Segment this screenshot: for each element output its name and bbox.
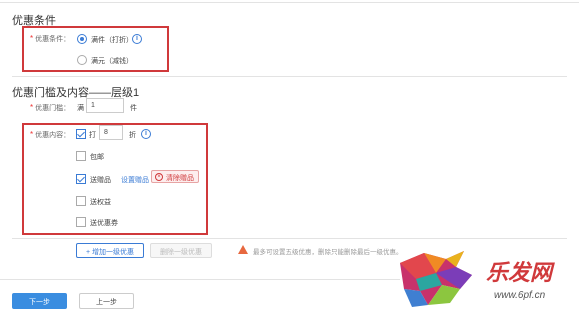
threshold-prefix: 满 bbox=[77, 105, 84, 112]
radio-by-amount[interactable] bbox=[77, 55, 87, 65]
delete-tier-button[interactable]: 删除一级优惠 bbox=[150, 243, 212, 258]
warning-icon bbox=[238, 245, 248, 254]
watermark-brand: 乐发网 bbox=[486, 260, 553, 285]
discount-info-icon[interactable]: i bbox=[141, 129, 151, 139]
close-icon: × bbox=[155, 173, 163, 181]
conditions-label: * 优惠条件： bbox=[30, 34, 71, 43]
radio-by-quantity-label[interactable]: 满件（打折） bbox=[91, 35, 133, 45]
free-shipping-checkbox[interactable] bbox=[76, 151, 86, 161]
info-icon[interactable]: i bbox=[132, 34, 142, 44]
clear-gift-button[interactable]: × 清除赠品 bbox=[151, 170, 199, 183]
bonus-checkbox[interactable] bbox=[76, 217, 86, 227]
gift-label[interactable]: 送赠品 bbox=[90, 175, 111, 185]
section-divider bbox=[12, 76, 567, 77]
footer-divider bbox=[0, 279, 400, 280]
discount-input[interactable]: 8 bbox=[99, 125, 123, 140]
content-label: * 优惠内容： bbox=[30, 130, 71, 139]
add-tier-button[interactable]: + 增加一级优惠 bbox=[76, 243, 144, 258]
bonus-label[interactable]: 送优惠券 bbox=[90, 218, 118, 228]
set-gift-link[interactable]: 设置赠品 bbox=[121, 175, 149, 185]
watermark-url: www.6pf.cn bbox=[494, 290, 546, 301]
discount-unit: 折 bbox=[129, 132, 136, 139]
clear-gift-label: 清除赠品 bbox=[166, 175, 194, 182]
discount-prefix: 打 bbox=[89, 132, 96, 139]
prev-button[interactable]: 上一步 bbox=[79, 293, 134, 309]
free-shipping-label[interactable]: 包邮 bbox=[90, 152, 104, 162]
coupon-checkbox[interactable] bbox=[76, 196, 86, 206]
watermark-bull-logo bbox=[400, 251, 472, 307]
threshold-label: * 优惠门槛： bbox=[30, 103, 71, 112]
actions-divider bbox=[12, 238, 567, 239]
discount-checkbox[interactable] bbox=[76, 129, 86, 139]
threshold-unit: 件 bbox=[130, 105, 137, 112]
threshold-input[interactable]: 1 bbox=[86, 98, 124, 113]
warning-text: 最多可设置五级优惠，删除只能删除最后一级优惠。 bbox=[253, 249, 403, 256]
top-divider bbox=[0, 2, 579, 3]
next-button[interactable]: 下一步 bbox=[12, 293, 67, 309]
gift-checkbox[interactable] bbox=[76, 174, 86, 184]
radio-by-amount-label[interactable]: 满元（减钱） bbox=[91, 56, 133, 66]
radio-by-quantity[interactable] bbox=[77, 34, 87, 44]
coupon-label[interactable]: 送权益 bbox=[90, 197, 111, 207]
